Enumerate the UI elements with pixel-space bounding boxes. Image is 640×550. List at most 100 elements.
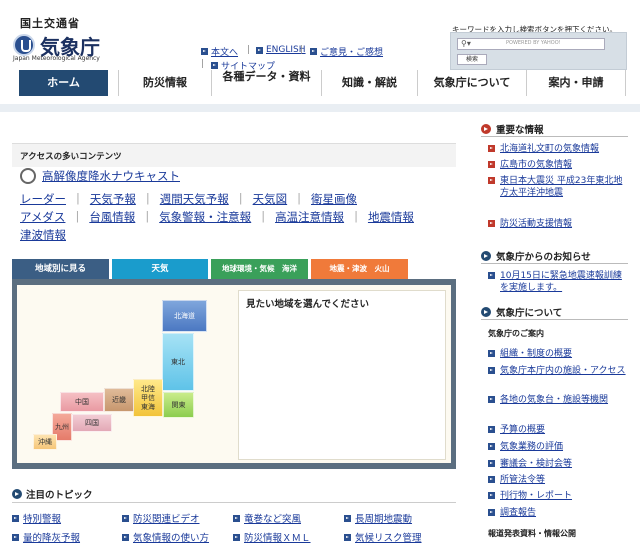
arrow-icon — [211, 62, 218, 69]
agency-emblem-icon[interactable] — [13, 34, 35, 56]
tab-weather[interactable]: 天気 — [112, 259, 208, 279]
region-info-panel — [238, 290, 446, 460]
divider — [481, 319, 628, 320]
separator: | — [238, 191, 243, 205]
separator: | — [297, 191, 301, 205]
region-kinki[interactable]: 近畿 — [104, 388, 134, 412]
important-item-hiroshima[interactable]: 広島市の気象情報 — [488, 159, 628, 171]
notice-header: 気象庁からのお知らせ — [481, 249, 591, 263]
region-shikoku[interactable]: 四国 — [72, 414, 112, 432]
link-warnings[interactable]: 気象警報・注意報 — [159, 209, 251, 225]
topic-tornado[interactable]: 竜巻など突風 — [233, 511, 301, 525]
separator: | — [145, 191, 150, 205]
search-powered-by: POWERED BY YAHOO! — [506, 40, 561, 46]
link-satellite[interactable]: 衛星画像 — [311, 191, 357, 207]
important-item-tohoku-earthquake[interactable]: 東日本大震災 平成23年東北地方太平洋沖地震 — [488, 175, 628, 199]
search-input[interactable]: ⚲▾ POWERED BY YAHOO! — [457, 38, 605, 50]
nav-disaster-info[interactable]: 防災情報 — [118, 70, 211, 96]
tab-region[interactable]: 地域別に見る — [12, 259, 109, 279]
tab-climate[interactable]: 地球環境・気候 海洋 — [211, 259, 308, 279]
arrow-icon — [344, 533, 351, 541]
about-item-access[interactable]: 気象庁本庁内の施設・アクセス — [488, 365, 628, 377]
separator: | — [201, 59, 205, 69]
feedback-link[interactable]: ご意見・ご感想 — [310, 45, 383, 58]
link-typhoon[interactable]: 台風情報 — [89, 209, 135, 225]
nav-about[interactable]: 気象庁について — [417, 70, 526, 96]
about-item-laws[interactable]: 所管法令等 — [488, 474, 628, 486]
link-radar[interactable]: レーダー — [20, 191, 66, 207]
link-tsunami[interactable]: 津波情報 — [20, 227, 66, 243]
skip-to-content-link[interactable]: 本文へ — [201, 45, 238, 58]
arrow-icon — [201, 48, 208, 55]
region-hokuriku-koshin-tokai[interactable]: 北陸 甲信 東海 — [133, 379, 163, 417]
region-hokkaido[interactable]: 北海道 — [162, 300, 207, 332]
notice-item-drill[interactable]: 10月15日に緊急地震速報訓練を実施します。 — [488, 270, 628, 294]
topic-special-warning[interactable]: 特別警報 — [12, 511, 61, 525]
arrow-icon — [12, 514, 19, 522]
about-item-organization[interactable]: 組織・制度の概要 — [488, 348, 628, 360]
arrow-icon — [233, 514, 240, 522]
access-header: アクセスの多いコンテンツ — [12, 143, 456, 167]
arrow-icon — [122, 514, 129, 522]
about-header: 気象庁について — [481, 305, 562, 319]
arrow-icon — [488, 367, 495, 374]
topics-header: 注目のトピック — [12, 487, 93, 501]
arrow-icon — [488, 396, 495, 403]
about-item-reports[interactable]: 調査報告 — [488, 507, 628, 519]
arrow-icon — [488, 509, 495, 516]
link-amedas[interactable]: アメダス — [20, 209, 65, 225]
nav-home[interactable]: ホーム — [19, 70, 108, 96]
topic-long-period-motion[interactable]: 長周期地震動 — [344, 511, 412, 525]
main-nav: ホーム 防災情報 各種データ・資料 知識・解説 気象庁について 案内・申請 — [0, 70, 640, 104]
separator: | — [300, 45, 304, 55]
link-weekly-forecast[interactable]: 週間天気予報 — [160, 191, 229, 207]
nav-guide[interactable]: 案内・申請 — [526, 70, 626, 96]
ministry-name: 国土交通省 — [20, 17, 80, 30]
about-item-evaluation[interactable]: 気象業務の評価 — [488, 441, 628, 453]
about-item-councils[interactable]: 審議会・検討会等 — [488, 458, 628, 470]
important-item-support[interactable]: 防災活動支援情報 — [488, 218, 628, 230]
divider — [481, 263, 628, 264]
separator: | — [76, 191, 80, 205]
featured-link[interactable]: 高解像度降水ナウキャスト — [20, 168, 180, 184]
topic-how-to-use[interactable]: 気象情報の使い方 — [122, 530, 209, 544]
topic-video[interactable]: 防災関連ビデオ — [122, 511, 200, 525]
arrow-circle-icon — [481, 307, 491, 317]
arrow-icon — [12, 533, 19, 541]
arrow-circle-icon — [481, 251, 491, 261]
separator: | — [261, 209, 266, 223]
arrow-icon — [488, 161, 495, 168]
arrow-icon — [488, 220, 495, 227]
about-subheader: 気象庁のご案内 — [488, 329, 544, 338]
region-tohoku[interactable]: 東北 — [162, 333, 194, 391]
arrow-icon — [488, 426, 495, 433]
english-link[interactable]: ENGLISH — [256, 45, 306, 55]
topic-ashfall[interactable]: 量的降灰予報 — [12, 530, 80, 544]
separator: | — [75, 209, 80, 223]
arrow-icon — [488, 443, 495, 450]
nav-knowledge[interactable]: 知識・解説 — [321, 70, 417, 96]
topic-xml[interactable]: 防災情報ＸＭＬ — [233, 530, 311, 544]
tab-earthquake[interactable]: 地震・津波 火山 — [311, 259, 408, 279]
search-button[interactable]: 検索 — [457, 54, 487, 65]
region-okinawa[interactable]: 沖縄 — [33, 434, 57, 450]
region-kanto[interactable]: 関東 — [163, 392, 194, 418]
arrow-icon — [488, 272, 495, 279]
about-item-budget[interactable]: 予算の概要 — [488, 424, 628, 436]
topic-climate-risk[interactable]: 気候リスク管理 — [344, 530, 422, 544]
link-forecast[interactable]: 天気予報 — [90, 191, 136, 207]
about-item-facilities[interactable]: 各地の気象台・施設等機関 — [488, 394, 628, 406]
agency-name-en: Japan Meteorological Agency — [13, 55, 100, 62]
map-prompt: 見たい地域を選んでください — [246, 299, 370, 310]
nowcast-icon — [20, 168, 36, 184]
arrow-icon — [256, 46, 263, 54]
link-weather-map[interactable]: 天気図 — [253, 191, 288, 207]
important-item-rebun[interactable]: 北海道礼文町の気象情報 — [488, 143, 628, 155]
link-heat[interactable]: 高温注意情報 — [275, 209, 344, 225]
separator: | — [145, 209, 150, 223]
region-chugoku[interactable]: 中国 — [60, 392, 104, 412]
about-item-publications[interactable]: 刊行物・レポート — [488, 490, 628, 502]
nav-data[interactable]: 各種データ・資料 — [211, 70, 321, 96]
link-earthquake[interactable]: 地震情報 — [368, 209, 414, 225]
arrow-icon — [233, 533, 240, 541]
